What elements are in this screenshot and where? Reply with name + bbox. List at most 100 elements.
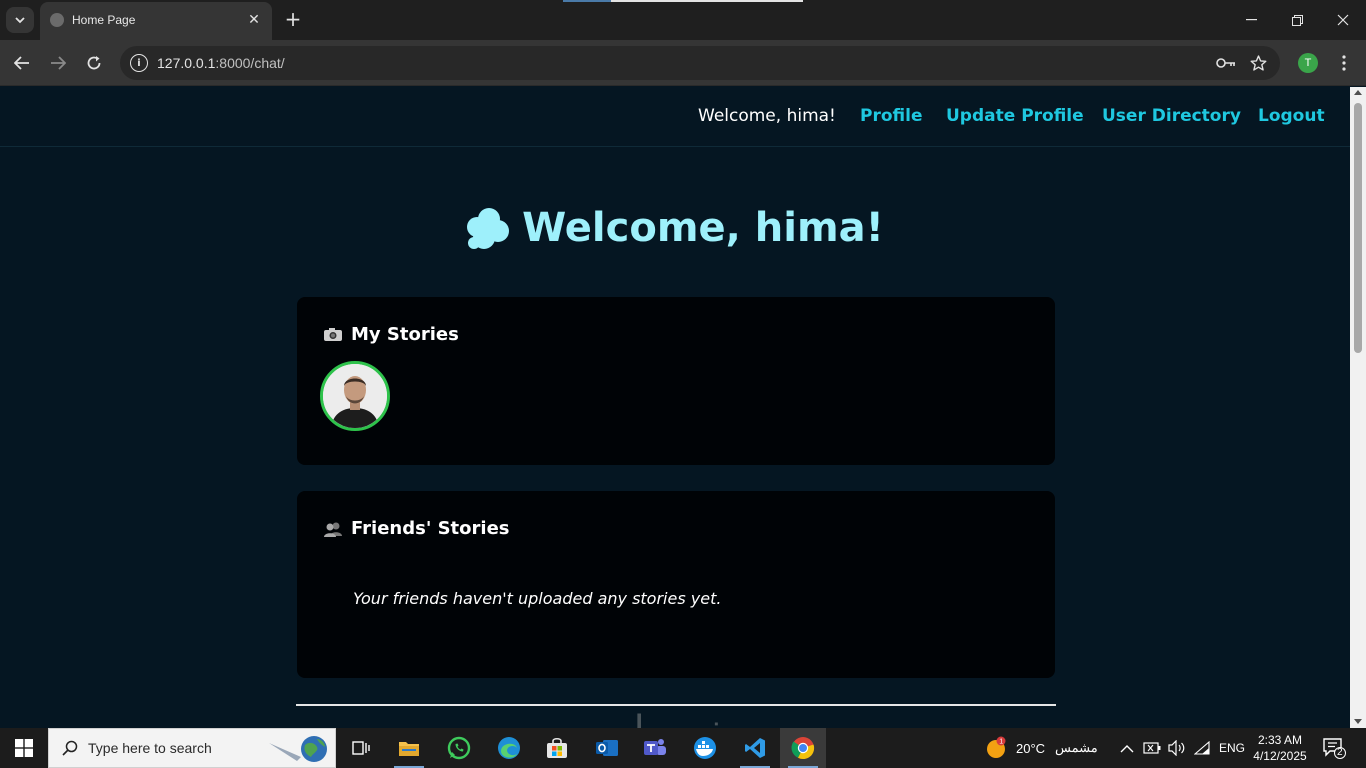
tab-strip-indicator [563, 0, 803, 2]
address-bar[interactable]: i 127.0.0.1:8000/chat/ [120, 46, 1280, 80]
whatsapp-icon [447, 736, 471, 760]
taskbar-vscode[interactable] [732, 728, 778, 768]
scroll-thumb[interactable] [1354, 103, 1362, 353]
tray-volume[interactable] [1168, 728, 1186, 768]
restore-button[interactable] [1282, 8, 1312, 32]
page-title-text: Welcome, hima! [522, 205, 884, 251]
browser-toolbar: i 127.0.0.1:8000/chat/ T [0, 40, 1366, 86]
clock-time: 2:33 AM [1257, 733, 1303, 747]
notification-center-button[interactable]: 2 [1322, 728, 1346, 768]
scroll-up-arrow-icon[interactable] [1354, 90, 1362, 95]
tray-network[interactable] [1194, 728, 1210, 768]
taskbar-store[interactable] [534, 728, 580, 768]
clock[interactable]: 2:33 AM 4/12/2025 [1253, 728, 1307, 768]
site-info-icon[interactable]: i [130, 54, 148, 72]
friends-stories-title: Friends' Stories [351, 518, 510, 539]
start-button[interactable] [0, 728, 48, 768]
tray-overflow-button[interactable] [1120, 728, 1134, 768]
user-photo [323, 364, 387, 428]
weather-widget[interactable]: 1 20°C مشمس [984, 728, 1098, 768]
chrome-icon [791, 737, 815, 760]
language-indicator[interactable]: ENG [1219, 728, 1245, 768]
page-scrollbar[interactable] [1350, 87, 1366, 728]
new-tab-button[interactable]: + [282, 9, 304, 31]
browser-tab-active[interactable]: Home Page ✕ [40, 2, 272, 40]
url-text[interactable]: 127.0.0.1:8000/chat/ [157, 55, 285, 71]
search-icon [61, 739, 79, 757]
nav-link-logout[interactable]: Logout [1258, 106, 1325, 126]
search-placeholder: Type here to search [88, 740, 212, 756]
friends-stories-card: Friends' Stories Your friends haven't up… [297, 491, 1055, 678]
task-view-button[interactable] [338, 728, 384, 768]
section-divider [296, 704, 1056, 706]
taskbar-file-explorer[interactable] [386, 728, 432, 768]
chevron-down-icon [15, 16, 25, 23]
my-stories-card: My Stories [297, 297, 1055, 465]
wifi-icon [1194, 741, 1210, 755]
speaker-icon [1168, 740, 1185, 756]
windows-logo-icon [15, 739, 33, 757]
battery-icon [1143, 742, 1161, 754]
my-stories-title: My Stories [351, 324, 459, 345]
notification-count: 2 [1337, 747, 1343, 758]
taskbar-teams[interactable] [632, 728, 678, 768]
taskbar-search-box[interactable]: Type here to search [48, 728, 336, 768]
browser-menu-button[interactable] [1334, 51, 1354, 75]
tab-title: Home Page [72, 13, 136, 27]
sun-weather-icon: 1 [987, 736, 1006, 758]
teams-icon [644, 739, 666, 755]
my-story-avatar[interactable] [320, 361, 390, 431]
close-icon [1337, 14, 1349, 26]
scroll-down-arrow-icon[interactable] [1354, 719, 1362, 724]
nav-link-user-directory[interactable]: User Directory [1102, 106, 1241, 126]
weather-temp: 20°C [1016, 740, 1046, 756]
no-stories-message: Your friends haven't uploaded any storie… [353, 589, 722, 608]
nav-link-update-profile[interactable]: Update Profile [946, 106, 1084, 126]
minimize-icon [1245, 19, 1257, 21]
close-window-button[interactable] [1328, 8, 1358, 32]
busts-icon [323, 521, 343, 537]
reload-button[interactable] [82, 51, 106, 75]
kebab-menu-icon [1342, 55, 1346, 71]
page-viewport: Welcome, hima! Profile Update Profile Us… [0, 87, 1350, 728]
profile-avatar-button[interactable]: T [1298, 53, 1318, 73]
task-view-icon [352, 741, 370, 755]
bookmark-star-icon[interactable] [1248, 53, 1268, 73]
edge-browser-icon [498, 737, 520, 759]
nav-link-profile[interactable]: Profile [860, 106, 922, 126]
nav-welcome-text: Welcome, hima! [698, 106, 836, 126]
taskbar-outlook[interactable] [584, 728, 630, 768]
clock-date: 4/12/2025 [1253, 749, 1307, 763]
taskbar-docker[interactable] [682, 728, 728, 768]
browser-tab-bar: Home Page ✕ + [0, 0, 1366, 40]
tray-battery[interactable] [1143, 728, 1161, 768]
taskbar-chrome[interactable] [780, 728, 826, 768]
site-navbar: Welcome, hima! Profile Update Profile Us… [0, 87, 1350, 147]
globe-icon [50, 13, 64, 27]
camera-icon [323, 327, 343, 343]
taskbar-edge[interactable] [486, 728, 532, 768]
arrow-right-icon [51, 56, 66, 70]
svg-text:1: 1 [999, 739, 1003, 746]
windows-taskbar: Type here to search 1 20°C مشمس ENG 2:33… [0, 728, 1366, 768]
search-highlight-globe-icon [269, 736, 327, 762]
back-button[interactable] [10, 51, 34, 75]
minimize-button[interactable] [1236, 8, 1266, 32]
password-key-icon[interactable] [1216, 53, 1236, 73]
thought-bubble-icon [467, 208, 510, 249]
taskbar-whatsapp[interactable] [436, 728, 482, 768]
weather-desc: مشمس [1055, 740, 1098, 755]
arrow-left-icon [14, 56, 29, 70]
outlook-icon [596, 740, 618, 756]
tab-search-button[interactable] [6, 7, 34, 33]
my-stories-heading: My Stories [323, 324, 459, 345]
hero-section: Welcome, hima! [0, 205, 1350, 255]
reload-icon [87, 56, 101, 70]
chevron-up-icon [1120, 744, 1134, 752]
close-tab-button[interactable]: ✕ [244, 10, 264, 30]
forward-button[interactable] [46, 51, 70, 75]
restore-icon [1291, 14, 1303, 26]
vscode-icon [745, 738, 765, 758]
store-bag-icon [547, 737, 567, 758]
friends-stories-heading: Friends' Stories [323, 518, 510, 539]
